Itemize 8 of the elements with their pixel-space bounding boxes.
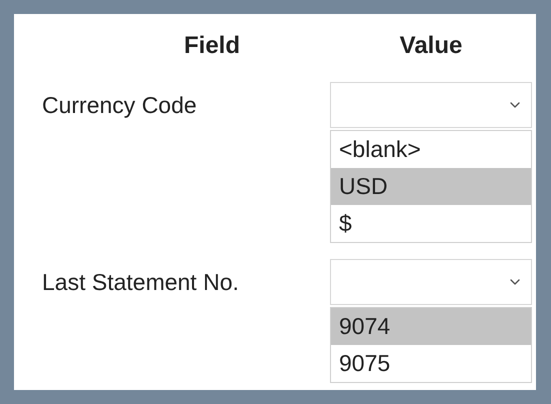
dropdown[interactable] xyxy=(330,259,532,305)
option[interactable]: 9074 xyxy=(331,308,531,345)
field-column-header: Field xyxy=(184,31,240,61)
field-label: Currency Code xyxy=(42,90,197,120)
dropdown[interactable] xyxy=(330,82,532,128)
field-label: Last Statement No. xyxy=(42,268,239,297)
option[interactable]: USD xyxy=(331,168,531,205)
value-column-header: Value xyxy=(400,31,462,61)
